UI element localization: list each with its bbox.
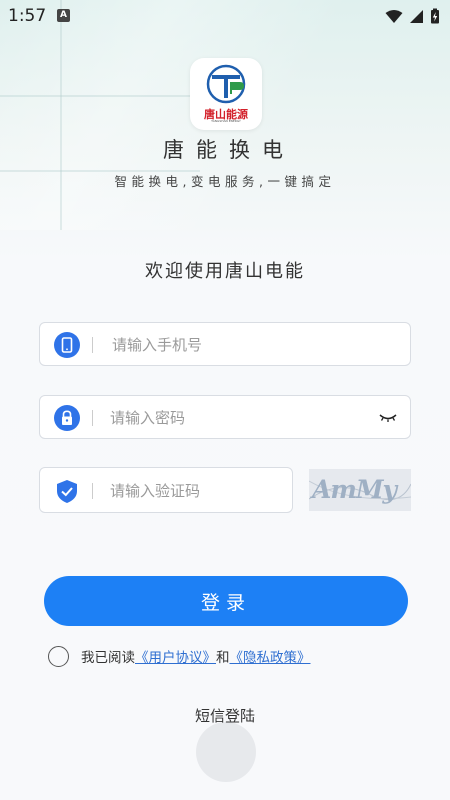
phone-field[interactable] xyxy=(39,322,411,366)
logo-subtext: TANGSHAN ENERGY xyxy=(211,119,241,123)
phone-icon xyxy=(54,332,80,358)
logo-emblem-icon xyxy=(206,64,246,104)
notification-a-icon: A xyxy=(57,9,70,22)
shield-check-icon xyxy=(57,480,77,503)
welcome-heading: 欢迎使用唐山电能 xyxy=(145,261,305,282)
captcha-text: AmMy xyxy=(312,475,397,504)
agreement-checkbox[interactable] xyxy=(48,645,69,667)
wifi-icon xyxy=(385,9,403,23)
eye-closed-icon[interactable] xyxy=(379,411,397,423)
status-time: 1:57 xyxy=(8,6,47,26)
code-separator xyxy=(92,483,93,499)
signal-icon xyxy=(410,9,423,23)
agreement-and: 和 xyxy=(216,650,230,666)
user-agreement-link[interactable]: 《用户协议》 xyxy=(135,646,216,666)
status-bar: 1:57 A xyxy=(0,0,450,32)
phone-separator xyxy=(92,337,93,353)
login-button[interactable]: 登录 xyxy=(44,576,408,626)
app-logo: 唐山能源 TANGSHAN ENERGY xyxy=(190,58,262,130)
app-title: 唐能换电 xyxy=(163,138,295,162)
floating-home-button[interactable] xyxy=(196,722,256,782)
password-input[interactable] xyxy=(108,404,352,432)
privacy-policy-link[interactable]: 《隐私政策》 xyxy=(230,646,311,666)
password-field[interactable] xyxy=(39,395,411,439)
sms-login-link[interactable]: 短信登陆 xyxy=(0,705,450,726)
agreement-prefix: 我已阅读 xyxy=(81,650,135,666)
phone-input[interactable] xyxy=(110,331,364,359)
lock-icon xyxy=(54,405,80,431)
verification-code-input[interactable] xyxy=(108,477,282,505)
agreement-row: 我已阅读 《用户协议》 和 《隐私政策》 xyxy=(48,644,311,668)
verification-code-field[interactable] xyxy=(39,467,293,513)
password-separator xyxy=(92,410,93,426)
battery-charging-icon xyxy=(431,8,439,24)
app-slogan: 智能换电,变电服务,一键搞定 xyxy=(114,174,336,189)
status-icons xyxy=(385,8,440,24)
captcha-image[interactable]: AmMy xyxy=(309,469,411,511)
